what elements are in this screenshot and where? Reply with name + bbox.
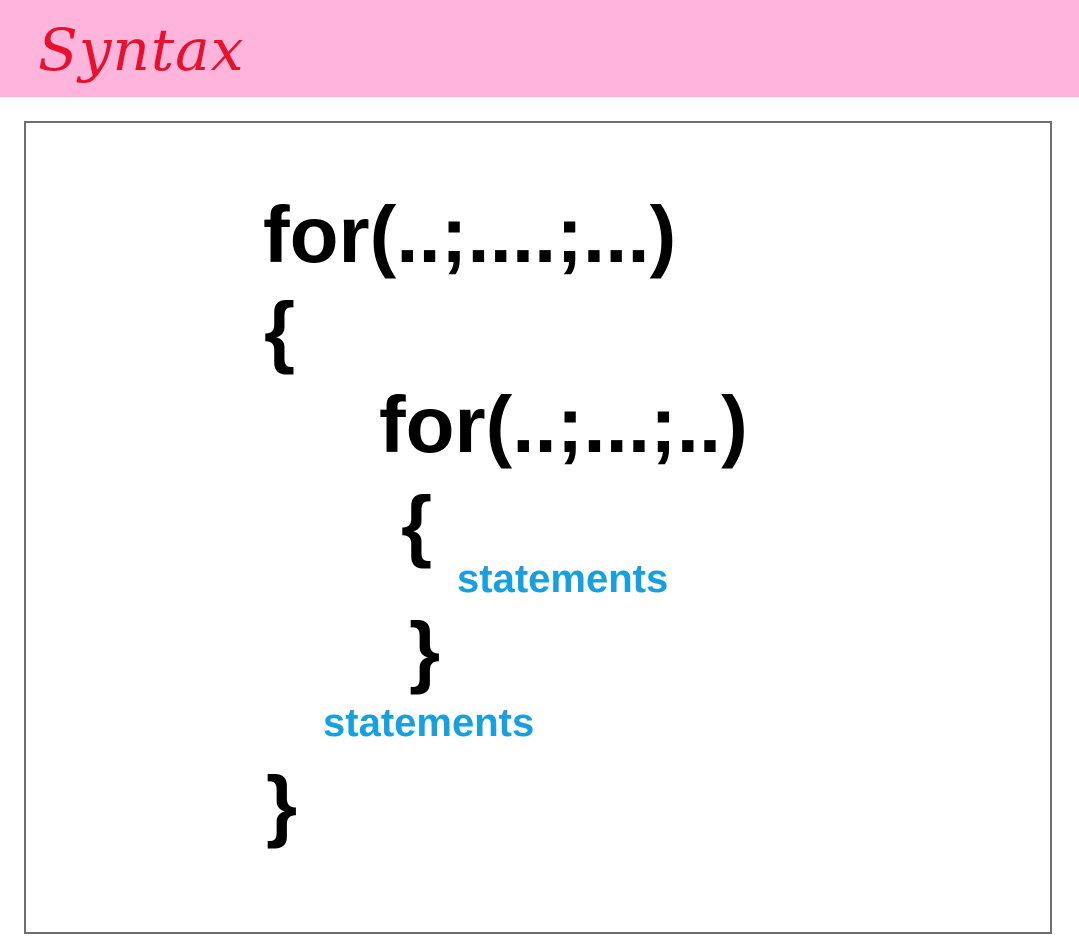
inner-open-brace: {	[401, 480, 433, 569]
code-panel: for(..;....;...) { for(..;...;..) { stat…	[24, 121, 1052, 934]
header-title: Syntax	[38, 16, 245, 84]
outer-for-header: for(..;....;...)	[263, 190, 677, 279]
outer-statements: statements	[323, 701, 535, 745]
inner-close-brace: }	[409, 606, 441, 695]
outer-close-brace: }	[266, 760, 298, 849]
syntax-header-band: Syntax	[0, 0, 1079, 97]
outer-open-brace: {	[264, 286, 296, 375]
inner-statements: statements	[457, 557, 669, 601]
inner-for-header: for(..;...;..)	[379, 380, 748, 469]
